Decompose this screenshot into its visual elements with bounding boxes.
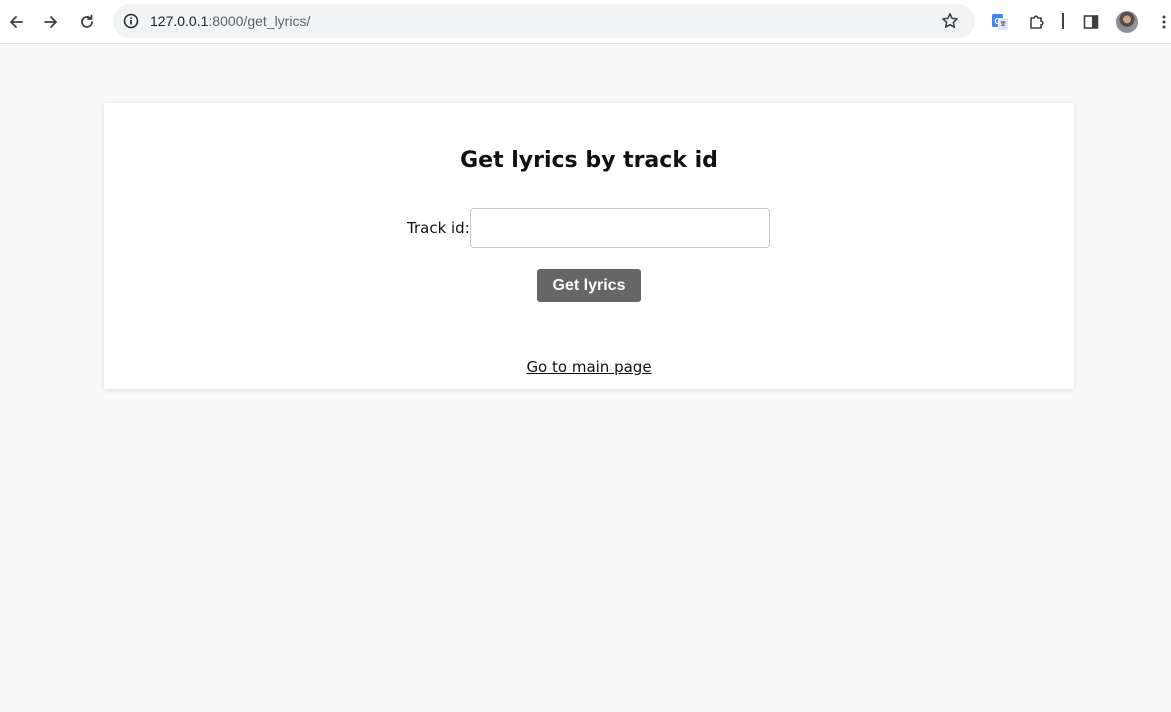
side-panel-button[interactable] [1077,8,1105,36]
site-info-button[interactable] [121,11,141,31]
lyrics-form-card: Get lyrics by track id Track id: Get lyr… [104,103,1074,389]
address-bar[interactable]: 127.0.0.1:8000/get_lyrics/ [113,4,975,38]
star-icon [942,13,958,28]
track-id-label: Track id: [407,219,470,237]
track-id-input[interactable] [470,208,770,248]
main-page-link-wrapper: Go to main page [104,357,1074,377]
browser-menu-button[interactable] [1150,8,1171,36]
info-circle-icon [123,13,139,29]
url-path: :8000/get_lyrics/ [208,13,311,29]
url-text[interactable]: 127.0.0.1:8000/get_lyrics/ [150,12,310,30]
get-lyrics-button[interactable]: Get lyrics [537,269,641,302]
bookmark-button[interactable] [939,11,961,31]
back-button[interactable] [2,8,30,36]
svg-text:G: G [994,17,1000,26]
browser-toolbar: 127.0.0.1:8000/get_lyrics/ G [0,0,1171,44]
reload-icon [81,14,93,28]
avatar[interactable] [1116,11,1138,33]
main-page-link[interactable]: Go to main page [526,358,651,376]
arrow-left-icon [10,16,23,28]
page-title: Get lyrics by track id [460,148,718,173]
google-translate-icon: G [992,14,1008,30]
puzzle-icon [1030,15,1044,29]
extensions-button[interactable] [1023,8,1051,36]
arrow-right-icon [44,16,57,28]
track-id-row: Track id: [104,208,1074,248]
reload-button[interactable] [73,8,101,36]
kebab-menu-icon [1162,15,1166,29]
toolbar-divider [1062,13,1064,29]
side-panel-icon [1083,15,1099,29]
forward-button[interactable] [37,8,65,36]
translate-button[interactable]: G [986,8,1014,36]
url-host: 127.0.0.1 [150,13,209,29]
